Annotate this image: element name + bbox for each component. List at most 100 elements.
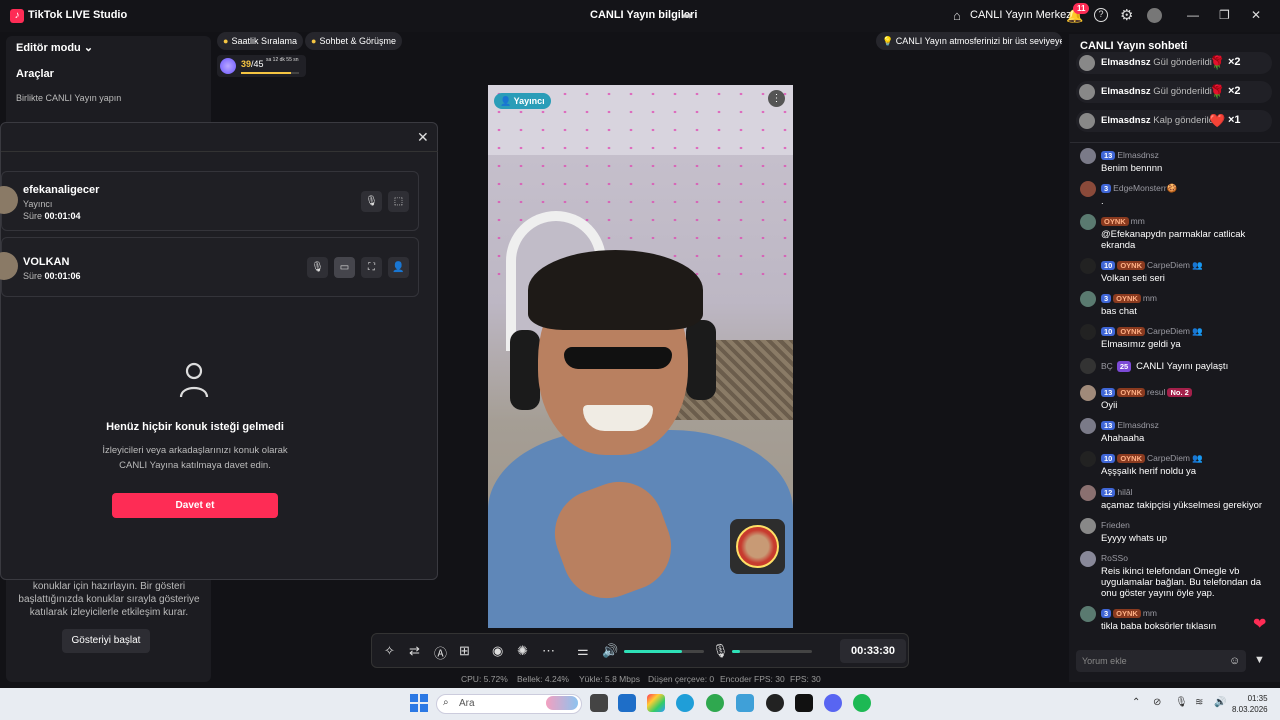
record-icon[interactable]: ◉ bbox=[492, 643, 503, 659]
fan-club-badge: OYNK bbox=[1117, 327, 1146, 336]
emoji-icon[interactable]: ☺ bbox=[1229, 655, 1240, 667]
chat-username: mm bbox=[1130, 216, 1145, 226]
chat-avatar bbox=[1080, 385, 1096, 401]
taskbar-clock[interactable]: 01:35 8.03.2026 bbox=[1232, 693, 1268, 715]
chrome-icon[interactable] bbox=[706, 694, 724, 712]
gift-count: ×2 bbox=[1228, 56, 1241, 68]
guest-role: Yayıncı bbox=[23, 199, 53, 209]
close-icon[interactable]: ✕ bbox=[1251, 8, 1261, 22]
chat-text: . bbox=[1101, 196, 1104, 207]
chat-message-header: 10 OYNK CarpeDiem 👥 bbox=[1101, 453, 1203, 464]
orb-icon bbox=[220, 58, 236, 74]
volume-fill bbox=[624, 650, 682, 653]
hourly-ranking-chip[interactable]: ● Saatlik Sıralama bbox=[217, 32, 303, 50]
add-screen-icon[interactable]: ⊞ bbox=[459, 643, 470, 659]
chat-share-text: BÇ 25 CANLI Yayını paylaştı bbox=[1101, 361, 1276, 372]
mic-icon[interactable]: 🎙 bbox=[361, 191, 382, 212]
gear-icon[interactable]: ⚙ bbox=[1120, 6, 1133, 24]
chat-avatar bbox=[1080, 485, 1096, 501]
network-off-icon[interactable]: ⊘ bbox=[1153, 697, 1161, 708]
outlook-icon[interactable] bbox=[618, 694, 636, 712]
home-icon[interactable]: ⌂ bbox=[953, 8, 961, 23]
photos-icon[interactable] bbox=[647, 694, 665, 712]
level-badge: 12 bbox=[1101, 488, 1116, 497]
settings-app-icon[interactable] bbox=[736, 694, 754, 712]
guest-pip[interactable] bbox=[730, 519, 785, 574]
chat-text: @Efekanapydn parmaklar catlicak ekranda bbox=[1101, 229, 1246, 251]
layout-icon[interactable]: ⬚ bbox=[388, 191, 409, 212]
help-icon[interactable]: ? bbox=[1094, 8, 1108, 22]
volume-slider[interactable] bbox=[624, 650, 704, 653]
gift-action: Kalp gönderildi bbox=[1153, 115, 1217, 126]
chat-text: Oyii bbox=[1101, 400, 1118, 411]
filter-icon[interactable]: ▼ bbox=[1254, 654, 1265, 666]
goal-progress[interactable]: 39/45 sa 12 dk 55 sn bbox=[217, 55, 306, 77]
edge-icon[interactable] bbox=[676, 694, 694, 712]
live-center-link[interactable]: CANLI Yayın Merkezi bbox=[970, 9, 1074, 21]
file-explorer-icon[interactable] bbox=[590, 694, 608, 712]
guest-time-label: Süre bbox=[23, 271, 43, 281]
like-heart-icon[interactable]: ❤ bbox=[1253, 614, 1266, 634]
gift-notification: Elmasdnsz Kalp gönderildi ❤️ ×1 bbox=[1076, 110, 1272, 132]
more-options-icon[interactable]: ⋮ bbox=[768, 90, 785, 107]
speaker-icon[interactable]: 🔊 bbox=[602, 643, 618, 659]
tiktok-app-icon[interactable] bbox=[795, 694, 813, 712]
chat-message-header: 3 EdgeMonsterr🍪 bbox=[1101, 183, 1177, 194]
share-icon[interactable]: ➦ bbox=[682, 8, 693, 24]
volume-icon[interactable]: 🔊 bbox=[1214, 697, 1226, 708]
chat-text: Aşşşalık herif noldu ya bbox=[1101, 466, 1197, 477]
gift-notification: Elmasdnsz Gül gönderildi 🌹 ×2 bbox=[1076, 52, 1272, 74]
fan-club-badge: OYNK bbox=[1113, 609, 1141, 618]
camera-off-icon[interactable]: ▭ bbox=[334, 257, 355, 278]
chat-text: Volkan seti seri bbox=[1101, 273, 1165, 284]
mic-slider[interactable] bbox=[732, 650, 812, 653]
maximize-icon[interactable]: ❐ bbox=[1219, 8, 1230, 22]
tray-mic-icon[interactable]: 🎙 bbox=[1175, 697, 1188, 708]
chat-message-header: 13 Elmasdnsz bbox=[1101, 420, 1159, 430]
level-badge: 10 bbox=[1101, 454, 1116, 463]
obs-icon[interactable] bbox=[766, 694, 784, 712]
fan-club-badge: OYNK bbox=[1101, 217, 1129, 226]
ai-icon[interactable]: Ⓐ bbox=[434, 643, 447, 662]
editor-mode-dropdown[interactable]: Editör modu ⌄ bbox=[16, 41, 93, 54]
minimize-icon[interactable]: — bbox=[1187, 8, 1199, 22]
chat-message-header: 13 OYNK resul No. 2 bbox=[1101, 387, 1192, 397]
profile-avatar[interactable] bbox=[1147, 8, 1162, 23]
announcement-banner[interactable]: 💡 CANLI Yayın atmosferinizi bir üst sevi… bbox=[876, 32, 1062, 50]
chevron-up-icon[interactable]: ⌃ bbox=[1132, 697, 1140, 708]
trophy-icon: ● bbox=[223, 36, 229, 46]
mic-icon[interactable]: 🎙 bbox=[307, 257, 328, 278]
windows-start-icon[interactable] bbox=[410, 694, 428, 712]
live-video-preview[interactable]: 👤 Yayıncı ⋮ bbox=[488, 85, 793, 628]
fullscreen-icon[interactable]: ⛶ bbox=[361, 257, 382, 278]
modal-close-icon[interactable]: ✕ bbox=[417, 129, 429, 146]
person-icon[interactable]: 👤 bbox=[388, 257, 409, 278]
announcement-text: CANLI Yayın atmosferinizi bir üst seviye… bbox=[895, 36, 1062, 46]
gift-user: Elmasdnsz bbox=[1101, 115, 1151, 126]
spotify-icon[interactable] bbox=[853, 694, 871, 712]
chat-avatar bbox=[1080, 606, 1096, 622]
gift-text: Elmasdnsz Gül gönderildi bbox=[1101, 86, 1212, 97]
chat-text: Benim bennnn bbox=[1101, 163, 1163, 174]
magic-wand-icon[interactable]: ✧ bbox=[384, 643, 395, 659]
microphone-icon[interactable]: 🎙 bbox=[712, 643, 729, 659]
wifi-icon[interactable]: ≋ bbox=[1195, 697, 1203, 708]
chat-meet-chip[interactable]: ● Sohbet & Görüşme bbox=[305, 32, 402, 50]
gift-avatar bbox=[1079, 113, 1095, 129]
translate-icon[interactable]: ⇄ bbox=[409, 643, 420, 659]
streamer-smile bbox=[583, 405, 653, 431]
heart-icon: ❤️ bbox=[1209, 113, 1226, 128]
start-show-button[interactable]: Gösteriyi başlat bbox=[62, 629, 150, 653]
invite-button[interactable]: Davet et bbox=[112, 493, 278, 518]
comment-input[interactable]: Yorum ekle bbox=[1076, 650, 1246, 672]
search-highlight-icon[interactable] bbox=[546, 696, 578, 710]
sliders-icon[interactable]: ⚌ bbox=[577, 643, 589, 659]
effects-icon[interactable]: ✺ bbox=[517, 643, 528, 659]
editor-mode-label: Editör modu bbox=[16, 42, 81, 54]
chat-avatar bbox=[1080, 291, 1096, 307]
chat-message-header: OYNK mm bbox=[1101, 216, 1145, 226]
title-bar: ♪ TikTok LIVE Studio CANLI Yayın bilgile… bbox=[0, 0, 1280, 32]
lightbulb-icon: 💡 bbox=[882, 36, 894, 46]
discord-icon[interactable] bbox=[824, 694, 842, 712]
more-icon[interactable]: ⋯ bbox=[542, 643, 555, 659]
